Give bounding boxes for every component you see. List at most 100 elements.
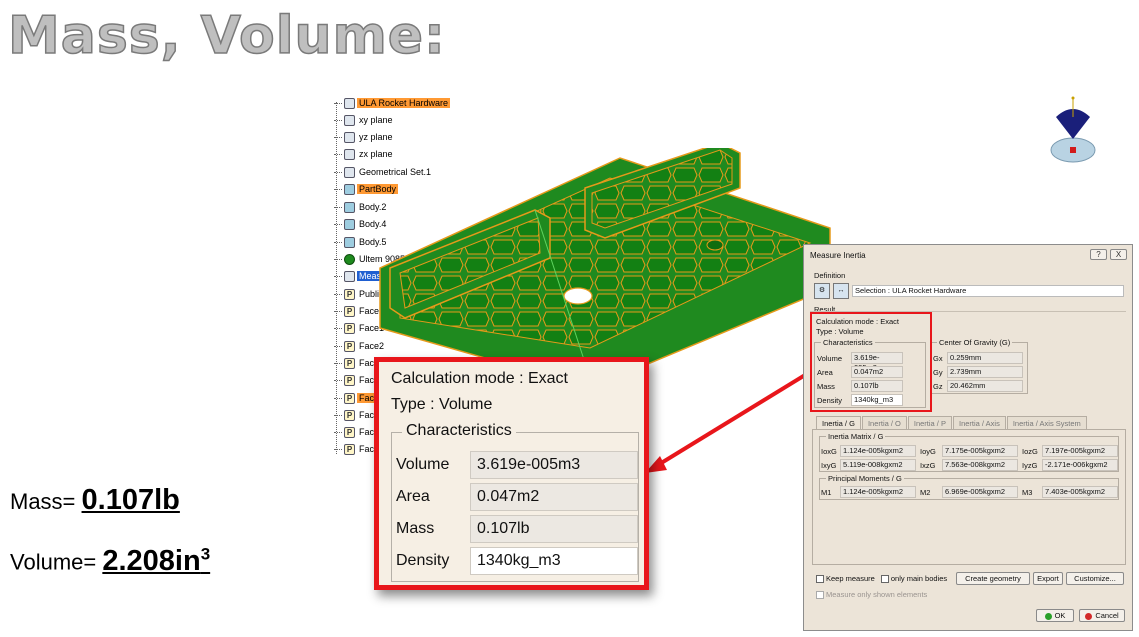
tab-inertia-axis-system[interactable]: Inertia / Axis System xyxy=(1006,416,1087,430)
body-icon xyxy=(344,236,355,248)
tree-branch-line xyxy=(334,102,342,104)
tree-branch-line xyxy=(334,362,342,364)
zoom-type: Type : Volume xyxy=(391,396,493,413)
zoom-row-mass: Mass 0.107lb xyxy=(396,515,638,543)
plane-icon xyxy=(344,148,355,160)
export-button[interactable]: Export xyxy=(1033,572,1063,585)
publication-icon: P xyxy=(344,443,355,455)
keep-measure-option[interactable]: Keep measure only main bodies xyxy=(816,574,947,584)
part-hole xyxy=(706,239,724,251)
cog-row-gz: Gz 20.462mm xyxy=(933,380,1023,392)
only-main-bodies-checkbox[interactable] xyxy=(880,575,889,584)
cog-row-gx: Gx 0.259mm xyxy=(933,352,1023,364)
publication-icon: P xyxy=(344,374,355,386)
cog-row-gy: Gy 2.739mm xyxy=(933,366,1023,378)
measure-icon xyxy=(344,270,355,282)
tree-branch-line xyxy=(334,448,342,450)
publication-icon: P xyxy=(344,426,355,438)
tree-item-label: yz plane xyxy=(359,132,393,142)
tree-item[interactable]: yz plane xyxy=(330,130,395,144)
measure-inertia-dialog: Measure Inertia ? X Definition ⚙ ↔ Selec… xyxy=(803,244,1133,631)
plane-icon xyxy=(344,131,355,143)
cancel-button[interactable]: Cancel xyxy=(1079,609,1125,622)
tree-branch-line xyxy=(334,431,342,433)
tab-inertia-g[interactable]: Inertia / G xyxy=(816,416,861,430)
tree-branch-line xyxy=(334,258,342,260)
tree-branch-line xyxy=(334,153,342,155)
part-slot xyxy=(563,287,593,305)
mass-result: Mass= 0.107lb xyxy=(10,484,180,517)
customize-button[interactable]: Customize... xyxy=(1066,572,1124,585)
volume-exponent: 3 xyxy=(200,544,211,563)
tree-branch-line xyxy=(334,345,342,347)
help-button[interactable]: ? xyxy=(1090,249,1107,260)
zoom-calc-mode: Calculation mode : Exact xyxy=(391,370,568,387)
tree-branch-line xyxy=(334,171,342,173)
tab-inertia-o[interactable]: Inertia / O xyxy=(861,416,907,430)
tree-branch-line xyxy=(334,188,342,190)
matrix-row-2: IxyG 5.119e-008kgxm2 IxzG 7.563e-008kgxm2 … xyxy=(821,459,1118,471)
slide-title: Mass, Volume: xyxy=(7,5,446,67)
zoom-row-area: Area 0.047m2 xyxy=(396,483,638,511)
volume-result-label: Volume= xyxy=(10,549,103,575)
mass-result-label: Mass= xyxy=(10,489,82,514)
measure-shown-checkbox[interactable] xyxy=(816,591,824,600)
material-icon xyxy=(344,253,355,265)
keep-measure-checkbox[interactable] xyxy=(816,575,824,584)
selection-icons: ⚙ ↔ xyxy=(814,283,849,299)
tree-item[interactable]: ULA Rocket Hardware xyxy=(330,96,451,110)
mass-result-value: 0.107lb xyxy=(81,484,180,516)
create-geometry-button[interactable]: Create geometry xyxy=(956,572,1030,585)
tree-item-label: ULA Rocket Hardware xyxy=(357,98,451,108)
definition-label: Definition xyxy=(814,271,846,280)
tree-branch-line xyxy=(334,414,342,416)
zoom-characteristics-title: Characteristics xyxy=(402,422,516,440)
tree-branch-line xyxy=(334,397,342,399)
tree-branch-line xyxy=(334,206,342,208)
tree-branch-line xyxy=(334,119,342,121)
ok-icon xyxy=(1044,612,1052,620)
publication-icon: P xyxy=(344,392,355,404)
part-3d-view[interactable] xyxy=(360,148,840,388)
tree-branch-line xyxy=(334,223,342,225)
tree-branch-line xyxy=(334,136,342,138)
measure-shown-option[interactable]: Measure only shown elements xyxy=(816,590,927,600)
geometrical-set-icon xyxy=(344,166,355,178)
plane-icon xyxy=(344,114,355,126)
publication-icon: P xyxy=(344,409,355,421)
inertia-tab-panel: Inertia Matrix / G IoxG 1.124e-005kgxm2 I… xyxy=(812,429,1126,565)
selection-field[interactable]: Selection : ULA Rocket Hardware xyxy=(852,285,1124,297)
matrix-row-1: IoxG 1.124e-005kgxm2 IoyG 7.175e-005kgxm2 … xyxy=(821,445,1118,457)
tree-branch-line xyxy=(334,293,342,295)
body-icon xyxy=(344,218,355,230)
publication-icon: P xyxy=(344,340,355,352)
measure-item-icon[interactable]: ⚙ xyxy=(814,283,830,299)
publication-icon: P xyxy=(344,288,355,300)
gear-icon xyxy=(344,97,355,109)
volume-result-value: 2.208in3 xyxy=(102,544,211,577)
measure-between-icon[interactable]: ↔ xyxy=(833,283,849,299)
body-icon xyxy=(344,201,355,213)
tree-branch-line xyxy=(334,275,342,277)
tree-branch-line xyxy=(334,327,342,329)
inertia-tabs: Inertia / G Inertia / O Inertia / P Iner… xyxy=(816,416,1088,430)
tree-item-label: xy plane xyxy=(359,115,393,125)
zoom-characteristics-group: Characteristics Volume 3.619e-005m3 Area 0… xyxy=(391,422,639,582)
tab-inertia-p[interactable]: Inertia / P xyxy=(907,416,952,430)
zoom-row-density: Density 1340kg_m3 xyxy=(396,547,638,575)
principal-row: M1 1.124e-005kgxm2 M2 6.969e-005kgxm2 M3 7.… xyxy=(821,486,1118,498)
publication-icon: P xyxy=(344,322,355,334)
volume-result: Volume= 2.208in3 xyxy=(10,544,210,578)
zoom-row-volume: Volume 3.619e-005m3 xyxy=(396,451,638,479)
compass-icon[interactable] xyxy=(1048,95,1098,170)
cancel-icon xyxy=(1085,612,1093,620)
ok-button[interactable]: OK xyxy=(1036,609,1074,622)
tree-branch-line xyxy=(334,379,342,381)
publication-icon: P xyxy=(344,305,355,317)
dialog-highlight-box xyxy=(810,312,932,412)
tree-item[interactable]: xy plane xyxy=(330,113,395,127)
tree-branch-line xyxy=(334,241,342,243)
close-button[interactable]: X xyxy=(1110,249,1127,260)
tab-inertia-axis[interactable]: Inertia / Axis xyxy=(952,416,1006,430)
tree-branch-line xyxy=(334,310,342,312)
